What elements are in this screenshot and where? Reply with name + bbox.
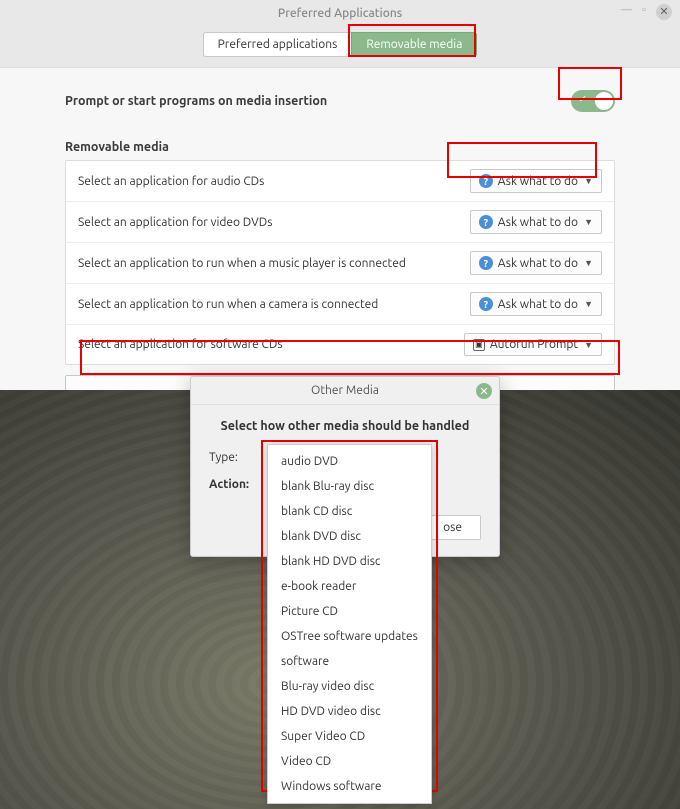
type-label: Type: <box>209 451 257 464</box>
maximize-icon[interactable]: ▫ <box>642 4 646 20</box>
tab-removable-media[interactable]: Removable media <box>351 32 477 57</box>
tab-label: Removable media <box>366 38 462 51</box>
row-video-dvd: Select an application for video DVDs ? As… <box>66 202 614 243</box>
type-option[interactable]: Windows software <box>268 774 431 799</box>
type-option[interactable]: blank Blu-ray disc <box>268 474 431 499</box>
type-option[interactable]: blank DVD disc <box>268 524 431 549</box>
type-option[interactable]: blank HD DVD disc <box>268 549 431 574</box>
chevron-down-icon: ▼ <box>584 217 593 227</box>
row-music-player: Select an application to run when a musi… <box>66 243 614 284</box>
dropdown-camera[interactable]: ? Ask what to do ▼ <box>470 292 602 316</box>
type-option[interactable]: blank CD disc <box>268 499 431 524</box>
type-option[interactable]: Blu-ray video disc <box>268 674 431 699</box>
question-icon: ? <box>479 174 493 188</box>
row-camera: Select an application to run when a came… <box>66 284 614 325</box>
dropdown-audio-cd[interactable]: ? Ask what to do ▼ <box>470 169 602 193</box>
minimize-icon[interactable]: — <box>621 4 632 20</box>
question-icon: ? <box>479 256 493 270</box>
prompt-toggle[interactable] <box>571 90 615 112</box>
row-label: Select an application for audio CDs <box>78 175 264 188</box>
dropdown-value: Ask what to do <box>498 298 578 311</box>
chevron-down-icon: ▼ <box>584 299 593 309</box>
row-label: Select an application for software CDs <box>78 338 283 351</box>
row-label: Select an application to run when a musi… <box>78 257 406 270</box>
dropdown-music-player[interactable]: ? Ask what to do ▼ <box>470 251 602 275</box>
chevron-down-icon: ▼ <box>584 176 593 186</box>
tab-label: Preferred applications <box>218 38 338 51</box>
titlebar: Preferred Applications — ▫ ✕ <box>0 0 680 26</box>
dropdown-value: Autorun Prompt <box>490 338 578 351</box>
row-label: Select an application to run when a came… <box>78 298 378 311</box>
type-dropdown-list[interactable]: audio DVD blank Blu-ray disc blank CD di… <box>267 444 432 804</box>
content-area: Prompt or start programs on media insert… <box>0 68 680 406</box>
type-option[interactable]: Picture CD <box>268 599 431 624</box>
type-option[interactable]: audio DVD <box>268 449 431 474</box>
type-option[interactable]: e-book reader <box>268 574 431 599</box>
dialog-titlebar: Other Media ✕ <box>191 377 499 405</box>
close-icon[interactable]: ✕ <box>656 4 672 20</box>
tab-preferred-applications[interactable]: Preferred applications <box>203 32 352 57</box>
dropdown-video-dvd[interactable]: ? Ask what to do ▼ <box>470 210 602 234</box>
chevron-down-icon: ▼ <box>584 340 593 350</box>
chevron-down-icon: ▼ <box>584 258 593 268</box>
type-option[interactable]: OSTree software updates <box>268 624 431 649</box>
row-audio-cd: Select an application for audio CDs ? Ask… <box>66 161 614 202</box>
type-option[interactable]: software <box>268 649 431 674</box>
dropdown-software-cd[interactable]: ▣ Autorun Prompt ▼ <box>464 333 602 356</box>
row-label: Select an application for video DVDs <box>78 216 272 229</box>
action-label: Action: <box>209 478 257 491</box>
row-software-cd: Select an application for software CDs ▣… <box>66 325 614 364</box>
prompt-label: Prompt or start programs on media insert… <box>65 94 327 108</box>
type-option[interactable]: Super Video CD <box>268 724 431 749</box>
media-panel: Select an application for audio CDs ? Ask… <box>65 160 615 365</box>
question-icon: ? <box>479 297 493 311</box>
dialog-instruction: Select how other media should be handled <box>209 419 481 433</box>
dropdown-value: Ask what to do <box>498 175 578 188</box>
window-title: Preferred Applications <box>278 7 402 20</box>
dialog-title-text: Other Media <box>311 384 379 397</box>
type-option[interactable]: HD DVD video disc <box>268 699 431 724</box>
dropdown-value: Ask what to do <box>498 257 578 270</box>
tab-bar: Preferred applications Removable media <box>0 26 680 68</box>
dialog-close-icon[interactable]: ✕ <box>476 383 492 399</box>
type-option[interactable]: Video CD <box>268 749 431 774</box>
dropdown-value: Ask what to do <box>498 216 578 229</box>
section-title: Removable media <box>65 140 615 154</box>
question-icon: ? <box>479 215 493 229</box>
autorun-icon: ▣ <box>473 339 485 351</box>
